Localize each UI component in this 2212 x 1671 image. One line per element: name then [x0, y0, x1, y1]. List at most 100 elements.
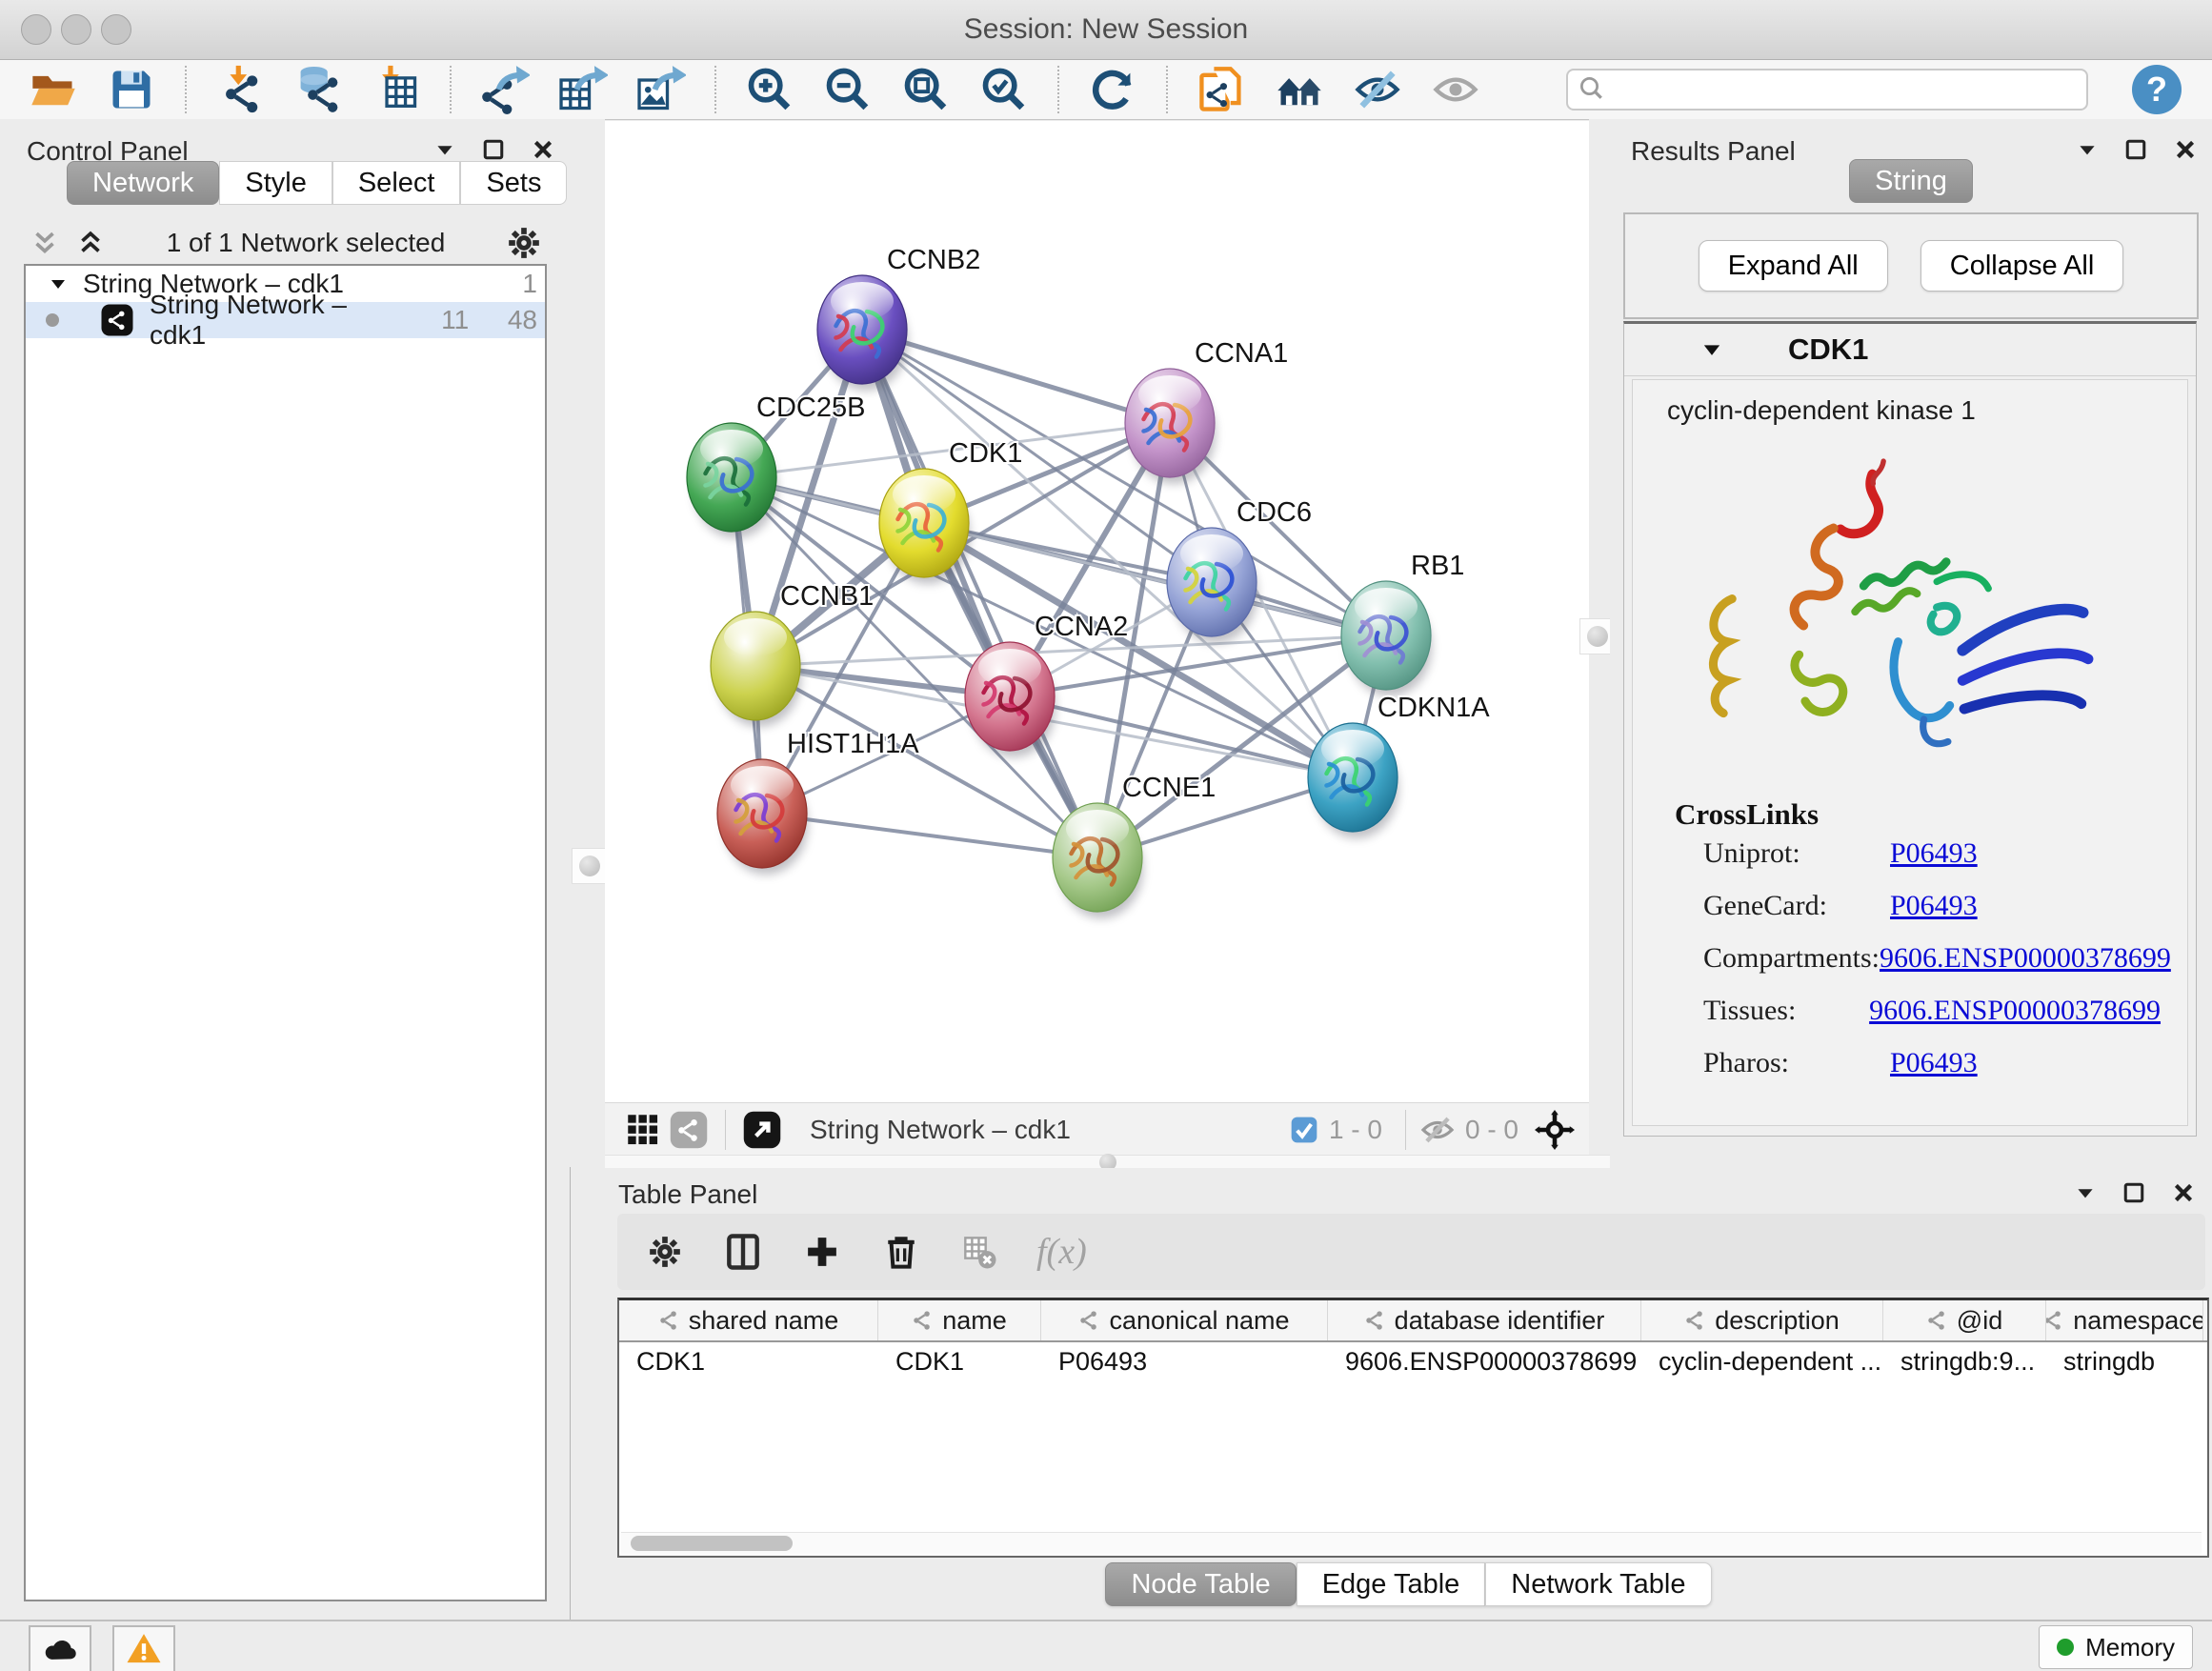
- expand-all-networks-icon[interactable]: [74, 227, 107, 259]
- table-row[interactable]: CDK1CDK1P064939606.ENSP00000378699cyclin…: [619, 1342, 2207, 1380]
- tree-disclosure-icon[interactable]: [47, 272, 70, 295]
- crosslink-link[interactable]: P06493: [1890, 1047, 1978, 1099]
- column-label: shared name: [689, 1306, 839, 1336]
- birdseye-view-icon[interactable]: [620, 1103, 666, 1157]
- network-options-gear-icon[interactable]: [505, 224, 543, 262]
- search-box: [1566, 69, 2088, 111]
- hidden-eye-slash-icon[interactable]: [1419, 1112, 1456, 1148]
- tab-string[interactable]: String: [1849, 159, 1973, 203]
- collapse-all-button[interactable]: Collapse All: [1920, 240, 2124, 292]
- node-label: HIST1H1A: [787, 729, 919, 759]
- tab-edge-table[interactable]: Edge Table: [1297, 1562, 1486, 1606]
- export-image-button[interactable]: [634, 63, 688, 116]
- open-file-button[interactable]: [27, 63, 80, 116]
- table-panel-collapse-icon[interactable]: [2073, 1180, 2098, 1205]
- export-network-button[interactable]: [478, 63, 532, 116]
- network-edge[interactable]: [862, 330, 1097, 857]
- network-node-ccna1[interactable]: CCNA1: [1125, 338, 1288, 484]
- pan-crosshair-icon[interactable]: [1528, 1103, 1581, 1157]
- column-header-namespace[interactable]: namespace: [2046, 1300, 2203, 1340]
- tab-node-table[interactable]: Node Table: [1105, 1562, 1296, 1606]
- node-label: CCNE1: [1122, 773, 1216, 803]
- crosslink-link[interactable]: 9606.ENSP00000378699: [1880, 942, 2171, 995]
- cloud-button[interactable]: [29, 1625, 91, 1671]
- entry-collapse-triangle-icon[interactable]: [1699, 336, 1725, 363]
- memory-button[interactable]: Memory: [2039, 1625, 2193, 1669]
- crosslink-link[interactable]: P06493: [1890, 890, 1978, 942]
- clone-network-button[interactable]: [1195, 63, 1248, 116]
- control-panel-collapse-icon[interactable]: [432, 137, 457, 162]
- table-panel-close-icon[interactable]: [2170, 1179, 2197, 1206]
- network-tree-row[interactable]: String Network – cdk1 11 48: [26, 302, 545, 338]
- column-type-icon: [2046, 1310, 2063, 1331]
- expand-all-button[interactable]: Expand All: [1699, 240, 1888, 292]
- table-hscrollbar-thumb[interactable]: [631, 1536, 793, 1551]
- export-table-button[interactable]: [556, 63, 610, 116]
- results-entry-header[interactable]: CDK1: [1624, 324, 2196, 376]
- show-all-icon: [1431, 65, 1480, 114]
- tab-select[interactable]: Select: [332, 161, 461, 205]
- table-hscrollbar-track[interactable]: [621, 1532, 2202, 1554]
- warning-icon: [125, 1630, 163, 1668]
- tab-sets[interactable]: Sets: [460, 161, 567, 205]
- first-neighbors-button[interactable]: [1273, 63, 1326, 116]
- network-node-ccna2[interactable]: CCNA2: [965, 612, 1128, 757]
- column-header-name[interactable]: name: [878, 1300, 1041, 1340]
- network-edge[interactable]: [762, 814, 1097, 857]
- network-node-ccne1[interactable]: CCNE1: [1053, 773, 1216, 918]
- column-header-database-identifier[interactable]: database identifier: [1328, 1300, 1641, 1340]
- import-network-file-button[interactable]: [213, 63, 267, 116]
- tab-style[interactable]: Style: [219, 161, 332, 205]
- refresh-layout-icon: [1088, 65, 1137, 114]
- network-node-rb1[interactable]: RB1: [1341, 551, 1464, 696]
- network-view-toolbar: String Network – cdk1 1 - 0 0 - 0: [605, 1102, 1589, 1156]
- show-all-button[interactable]: [1429, 63, 1482, 116]
- network-node-ccnb2[interactable]: CCNB2: [817, 245, 980, 391]
- function-builder-button[interactable]: f(x): [1036, 1231, 1087, 1273]
- column-header-canonical-name[interactable]: canonical name: [1041, 1300, 1328, 1340]
- search-input[interactable]: [1566, 69, 2088, 111]
- crosslink-label: GeneCard:: [1703, 890, 1890, 942]
- hide-selected-button[interactable]: [1351, 63, 1404, 116]
- control-panel-float-icon[interactable]: [480, 136, 507, 163]
- selected-checkbox-icon[interactable]: [1289, 1115, 1319, 1145]
- zoom-out-button[interactable]: [821, 63, 875, 116]
- table-settings-gear-icon[interactable]: [646, 1233, 684, 1271]
- import-network-database-button[interactable]: [292, 63, 345, 116]
- column-header--id[interactable]: @id: [1883, 1300, 2046, 1340]
- import-table-file-button[interactable]: [370, 63, 423, 116]
- node-label: CDC6: [1237, 497, 1312, 528]
- node-label: CCNB2: [887, 245, 980, 275]
- delete-table-icon[interactable]: [960, 1233, 998, 1271]
- entry-description: cyclin-dependent kinase 1: [1667, 395, 1976, 426]
- crosslink-link[interactable]: P06493: [1890, 837, 1978, 890]
- zoom-selected-button[interactable]: [977, 63, 1031, 116]
- column-header-shared-name[interactable]: shared name: [619, 1300, 878, 1340]
- tab-network-table[interactable]: Network Table: [1485, 1562, 1711, 1606]
- crosslink-link[interactable]: 9606.ENSP00000378699: [1869, 995, 2161, 1047]
- network-canvas[interactable]: CCNB2 CCNA1 CDC25B CDK1 CDC6 RB1 CCNB1: [605, 121, 1589, 1102]
- help-button[interactable]: ?: [2132, 65, 2182, 114]
- detach-view-icon[interactable]: [739, 1103, 785, 1157]
- warnings-button[interactable]: [112, 1625, 175, 1671]
- show-columns-icon[interactable]: [722, 1231, 764, 1273]
- collapse-all-networks-icon[interactable]: [29, 227, 61, 259]
- left-splitter-handle[interactable]: [572, 848, 608, 884]
- help-icon: ?: [2146, 70, 2167, 110]
- network-share-icon[interactable]: [666, 1103, 712, 1157]
- network-edge[interactable]: [862, 330, 1170, 423]
- column-header-description[interactable]: description: [1641, 1300, 1883, 1340]
- zoom-in-button[interactable]: [743, 63, 796, 116]
- delete-column-icon[interactable]: [880, 1231, 922, 1273]
- network-node-hist1h1a[interactable]: HIST1H1A: [717, 729, 919, 875]
- network-node-cdkn1a[interactable]: CDKN1A: [1308, 693, 1490, 838]
- tab-network[interactable]: Network: [67, 161, 219, 205]
- refresh-layout-button[interactable]: [1086, 63, 1139, 116]
- control-panel-close-icon[interactable]: [530, 136, 556, 163]
- zoom-fit-button[interactable]: [899, 63, 953, 116]
- column-type-icon: [1926, 1310, 1947, 1331]
- table-panel-float-icon[interactable]: [2121, 1179, 2147, 1206]
- save-session-button[interactable]: [105, 63, 158, 116]
- add-column-icon[interactable]: [802, 1232, 842, 1272]
- crosslink-row: Tissues: 9606.ENSP00000378699: [1703, 995, 2161, 1047]
